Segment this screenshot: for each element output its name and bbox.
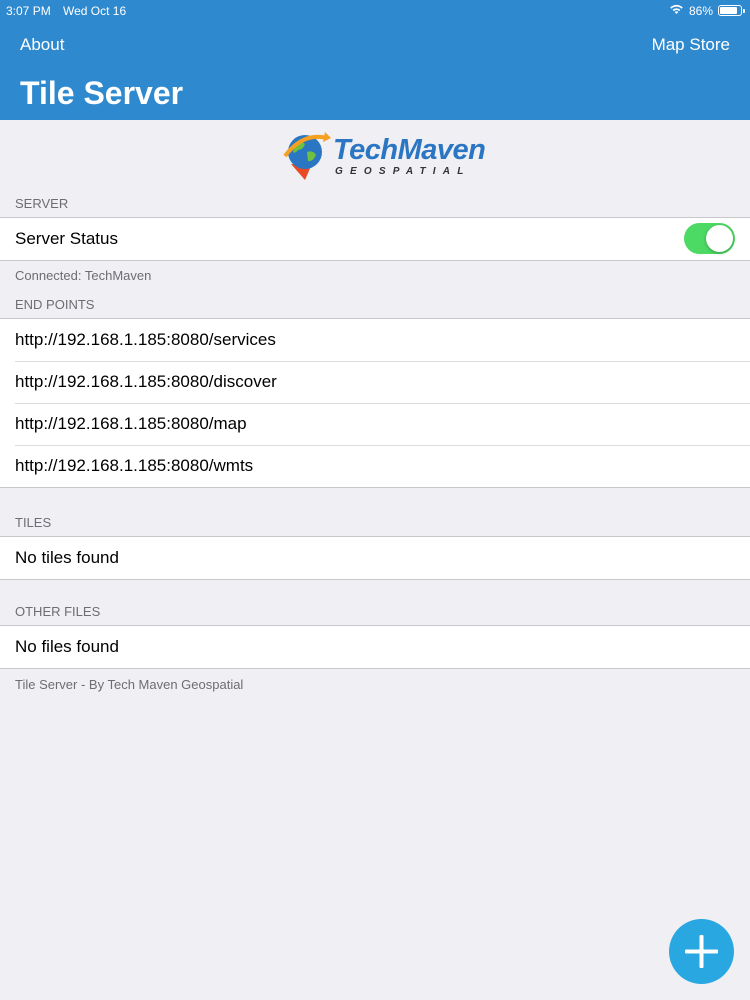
endpoint-row-wmts[interactable]: http://192.168.1.185:8080/wmts [0,445,750,487]
status-date: Wed Oct 16 [63,4,127,18]
page-title: Tile Server [20,75,184,111]
endpoints-group: http://192.168.1.185:8080/services http:… [0,318,750,488]
endpoint-row-discover[interactable]: http://192.168.1.185:8080/discover [0,361,750,403]
tiles-empty-row: No tiles found [15,548,119,567]
map-store-button[interactable]: Map Store [652,35,730,55]
navigation-bar: About Map Store Tile Server [0,22,750,120]
server-status-toggle[interactable] [684,223,735,254]
server-status-label: Server Status [15,229,118,248]
server-status-footer: Connected: TechMaven [15,268,152,283]
tiles-group: No tiles found [0,536,750,580]
status-right: 86% [669,3,745,18]
status-time: 3:07 PM [6,4,51,18]
other-files-empty-row: No files found [15,637,119,656]
plus-icon [685,935,718,968]
globe-icon [283,132,331,180]
server-section-header: SERVER [15,196,69,211]
battery-icon [718,5,745,16]
add-button[interactable] [669,919,734,984]
endpoint-row-map[interactable]: http://192.168.1.185:8080/map [0,403,750,445]
techmaven-logo: TechMaven GEOSPATIAL [281,128,486,182]
battery-percent: 86% [688,3,713,18]
about-button[interactable]: About [20,35,64,55]
status-bar: 3:07 PM Wed Oct 16 86% [0,0,750,22]
server-status-row: Server Status [0,218,750,260]
endpoints-section-header: END POINTS [15,297,95,312]
server-group: Server Status [0,217,750,261]
app-footer: Tile Server - By Tech Maven Geospatial [15,677,244,692]
other-files-group: No files found [0,625,750,669]
logo-subtitle: GEOSPATIAL [335,166,471,177]
endpoint-row-services[interactable]: http://192.168.1.185:8080/services [0,319,750,361]
toggle-knob [706,225,733,252]
logo-wordmark: TechMaven [333,134,486,166]
tiles-section-header: TILES [15,515,52,530]
other-files-section-header: OTHER FILES [15,604,101,619]
wifi-icon [669,3,684,18]
